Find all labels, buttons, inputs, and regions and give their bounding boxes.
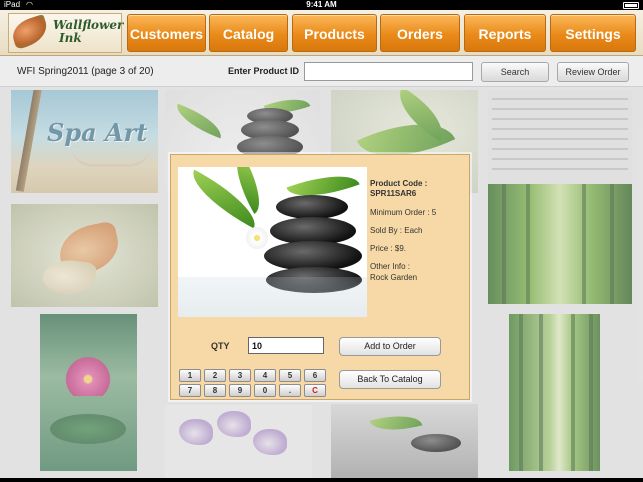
product-image bbox=[178, 167, 367, 317]
tab-products[interactable]: Products bbox=[292, 14, 377, 52]
hammock-image bbox=[71, 145, 151, 167]
other-info-label: Other Info : bbox=[370, 262, 411, 271]
other-info-value: Rock Garden bbox=[370, 273, 418, 282]
tab-customers[interactable]: Customers bbox=[127, 14, 206, 52]
text-line bbox=[492, 108, 628, 110]
product-tile[interactable] bbox=[488, 184, 632, 304]
bamboo-stalk bbox=[502, 184, 506, 304]
minimum-order: Minimum Order : 5 bbox=[370, 208, 437, 217]
orchid-image bbox=[179, 419, 213, 445]
keypad-key-2[interactable]: 2 bbox=[204, 369, 226, 382]
status-bar: iPad ◠ 9:41 AM bbox=[0, 0, 643, 10]
product-tile[interactable] bbox=[40, 314, 137, 471]
keypad-key-5[interactable]: 5 bbox=[279, 369, 301, 382]
product-tile[interactable] bbox=[509, 314, 600, 471]
product-tile[interactable]: Spa Art bbox=[11, 90, 158, 193]
keypad-key-clear[interactable]: C bbox=[304, 384, 326, 397]
product-code-label: Product Code : bbox=[370, 179, 428, 188]
bamboo-stalk bbox=[571, 314, 575, 471]
palm-tree-image bbox=[15, 90, 43, 192]
brand-name-line2: Ink bbox=[59, 31, 82, 45]
keypad-key-0[interactable]: 0 bbox=[254, 384, 276, 397]
product-tile[interactable] bbox=[331, 404, 478, 482]
text-line bbox=[492, 98, 628, 100]
leaf-logo-icon bbox=[8, 14, 52, 50]
brand-name: Wallflower Ink bbox=[53, 19, 123, 45]
keypad-key-7[interactable]: 7 bbox=[179, 384, 201, 397]
bamboo-stalk bbox=[519, 314, 523, 471]
stone-image bbox=[276, 195, 348, 219]
bottom-edge bbox=[0, 478, 643, 482]
keypad-key-9[interactable]: 9 bbox=[229, 384, 251, 397]
flower-image bbox=[246, 227, 268, 249]
catalog-toolbar: WFI Spring2011 (page 3 of 20) Enter Prod… bbox=[0, 56, 643, 87]
keypad-key-6[interactable]: 6 bbox=[304, 369, 326, 382]
orchid-image bbox=[217, 411, 251, 437]
bamboo-stalk bbox=[610, 184, 614, 304]
product-tile[interactable] bbox=[165, 405, 312, 482]
keypad-key-4[interactable]: 4 bbox=[254, 369, 276, 382]
battery-icon bbox=[623, 2, 639, 9]
text-line bbox=[492, 158, 628, 160]
sold-by: Sold By : Each bbox=[370, 226, 423, 235]
keypad-key-decimal[interactable]: . bbox=[279, 384, 301, 397]
bamboo-stalk bbox=[539, 314, 543, 471]
product-code-value: SPR11SAR6 bbox=[370, 189, 417, 198]
leaf-image bbox=[171, 103, 227, 139]
qty-label: QTY bbox=[211, 341, 230, 351]
search-button[interactable]: Search bbox=[481, 62, 549, 82]
bamboo-stalk bbox=[589, 314, 593, 471]
bamboo-stalk bbox=[526, 184, 530, 304]
lotus-flower-image bbox=[62, 354, 114, 396]
text-line bbox=[492, 148, 628, 150]
stone-image bbox=[411, 434, 461, 452]
text-line bbox=[492, 118, 628, 120]
bamboo-stalk bbox=[582, 184, 586, 304]
catalog-page-title: WFI Spring2011 (page 3 of 20) bbox=[17, 66, 154, 77]
keypad-key-1[interactable]: 1 bbox=[179, 369, 201, 382]
water-reflection bbox=[178, 277, 367, 317]
back-to-catalog-button[interactable]: Back To Catalog bbox=[339, 370, 441, 389]
keypad-key-3[interactable]: 3 bbox=[229, 369, 251, 382]
tab-reports[interactable]: Reports bbox=[464, 14, 546, 52]
product-tile[interactable] bbox=[488, 90, 632, 193]
tab-settings[interactable]: Settings bbox=[550, 14, 636, 52]
top-navigation: Wallflower Ink Customers Catalog Product… bbox=[0, 10, 643, 56]
product-id-input[interactable] bbox=[304, 62, 473, 81]
orchid-image bbox=[253, 429, 287, 455]
review-order-button[interactable]: Review Order bbox=[557, 62, 629, 82]
product-detail-popup: Product Code : SPR11SAR6 Minimum Order :… bbox=[170, 154, 470, 400]
leaf-image bbox=[369, 407, 423, 439]
text-line bbox=[492, 138, 628, 140]
add-to-order-button[interactable]: Add to Order bbox=[339, 337, 441, 356]
product-tile[interactable] bbox=[11, 204, 158, 307]
text-line bbox=[492, 168, 628, 170]
tab-orders[interactable]: Orders bbox=[380, 14, 460, 52]
calla-lily-image bbox=[40, 256, 98, 298]
lily-pad-image bbox=[50, 414, 126, 444]
tab-catalog[interactable]: Catalog bbox=[209, 14, 288, 52]
product-id-label: Enter Product ID bbox=[228, 66, 300, 76]
brand-logo: Wallflower Ink bbox=[8, 13, 123, 53]
clock: 9:41 AM bbox=[306, 0, 337, 9]
brand-name-line1: Wallflower bbox=[53, 18, 124, 32]
qty-input[interactable]: 10 bbox=[248, 337, 324, 354]
price: Price : $9. bbox=[370, 244, 407, 253]
text-line bbox=[492, 128, 628, 130]
keypad-key-8[interactable]: 8 bbox=[204, 384, 226, 397]
featured-tile-text: Spa Art bbox=[47, 118, 148, 147]
